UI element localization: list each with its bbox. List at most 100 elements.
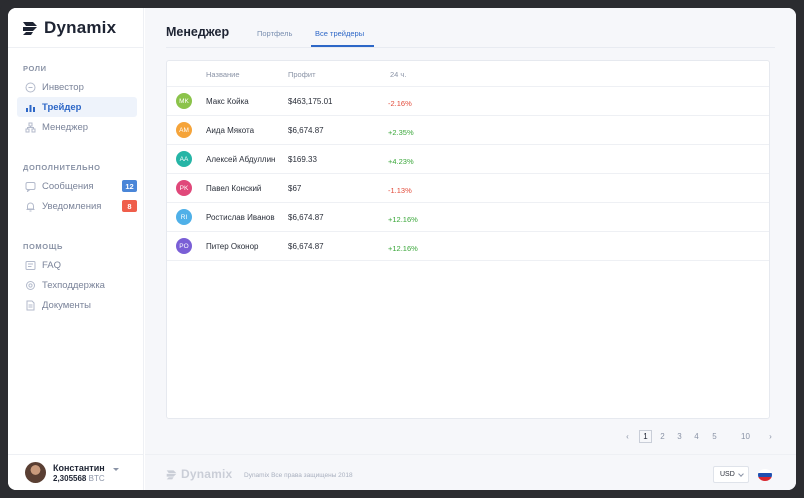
table-row[interactable]: PO Питер Оконор $6,674.87 +12.16% [167, 232, 769, 261]
app-window: Dynamix РОЛИ Инвестор Трейдер Менеджер Д… [8, 8, 796, 490]
column-header-name[interactable]: Название [206, 70, 240, 79]
table-row[interactable]: PK Павел Конский $67 -1.13% [167, 174, 769, 203]
pagination-page-2[interactable]: 2 [656, 430, 669, 443]
avatar: AA [176, 151, 192, 167]
chart-icon [25, 102, 36, 113]
currency-value: USD [720, 471, 735, 478]
investor-icon [25, 82, 36, 93]
footer-divider [145, 454, 796, 455]
device-frame: Dynamix РОЛИ Инвестор Трейдер Менеджер Д… [0, 0, 804, 498]
user-name: Константин [53, 462, 105, 473]
pagination-page-1[interactable]: 1 [639, 430, 652, 443]
sidebar-item-label: Уведомления [42, 200, 102, 212]
page-title: Менеджер [166, 25, 230, 39]
support-icon [25, 280, 36, 291]
notifications-count-badge: 8 [122, 200, 137, 212]
trader-name: Ростислав Иванов [206, 213, 275, 222]
sidebar-item-manager[interactable]: Менеджер [17, 117, 137, 137]
trader-name: Питер Оконор [206, 242, 259, 251]
bell-icon [25, 201, 36, 212]
divider [8, 454, 144, 455]
trader-name: Алексей Абдуллин [206, 155, 276, 164]
sidebar-item-label: FAQ [42, 259, 62, 271]
brand-logo[interactable]: Dynamix [22, 17, 116, 39]
trader-name: Павел Конский [206, 184, 262, 193]
sidebar-item-documents[interactable]: Документы [17, 295, 137, 315]
trader-profit: $169.33 [288, 155, 317, 164]
chevron-down-icon [738, 471, 744, 477]
brand-name: Dynamix [44, 18, 117, 37]
dynamix-logo-icon [23, 22, 37, 35]
copyright-text: Dynamix Все права защищены 2018 [244, 472, 353, 479]
trader-profit: $6,674.87 [288, 242, 324, 251]
pagination-next[interactable]: › [764, 430, 777, 443]
trader-profit: $67 [288, 184, 302, 193]
message-icon [25, 181, 36, 192]
sidebar-item-label: Трейдер [42, 101, 82, 113]
avatar: MK [176, 93, 192, 109]
trader-change: +4.23% [388, 157, 414, 166]
sidebar-item-messages[interactable]: Сообщения 12 [17, 176, 137, 196]
chevron-down-icon [112, 468, 119, 471]
balance-value: 2,305568 [53, 473, 87, 483]
trader-change: +12.16% [388, 244, 418, 253]
messages-count-badge: 12 [122, 180, 137, 192]
org-icon [25, 122, 36, 133]
sidebar-item-investor[interactable]: Инвестор [17, 77, 137, 97]
table-row[interactable]: RI Ростислав Иванов $6,674.87 +12.16% [167, 203, 769, 232]
trader-change: +12.16% [388, 215, 418, 224]
traders-table: Название Профит 24 ч. MK Макс Койка $463… [166, 60, 770, 419]
section-title-roles: РОЛИ [23, 64, 47, 73]
sidebar-item-trader[interactable]: Трейдер [17, 97, 137, 117]
avatar: AM [176, 122, 192, 138]
tabs-divider [166, 47, 775, 48]
table-row[interactable]: AA Алексей Абдуллин $169.33 +4.23% [167, 145, 769, 174]
tab-all-traders[interactable]: Все трейдеры [315, 29, 364, 38]
table-header: Название Профит 24 ч. [167, 61, 769, 87]
pagination-page-last[interactable]: 10 [739, 430, 752, 443]
user-info: Константин 2,305568 BTC [53, 463, 105, 483]
pagination-page-5[interactable]: 5 [708, 430, 721, 443]
main-content: Менеджер Портфель Все трейдеры Название … [145, 8, 796, 490]
dynamix-logo-icon [166, 469, 177, 479]
user-balance: 2,305568 BTC [53, 474, 105, 483]
trader-profit: $6,674.87 [288, 126, 324, 135]
section-title-help: ПОМОЩЬ [23, 242, 63, 251]
pagination-page-3[interactable]: 3 [673, 430, 686, 443]
sidebar: Dynamix РОЛИ Инвестор Трейдер Менеджер Д… [8, 8, 144, 490]
trader-change: -2.16% [388, 99, 412, 108]
column-header-profit[interactable]: Профит [288, 70, 316, 79]
active-tab-indicator [311, 45, 374, 47]
trader-change: -1.13% [388, 186, 412, 195]
column-header-24h[interactable]: 24 ч. [390, 70, 406, 79]
footer-brand-name: Dynamix [181, 467, 233, 481]
avatar: RI [176, 209, 192, 225]
trader-profit: $463,175.01 [288, 97, 333, 106]
balance-currency: BTC [88, 473, 105, 483]
pagination-page-4[interactable]: 4 [690, 430, 703, 443]
russia-flag-icon[interactable] [758, 469, 772, 481]
sidebar-item-support[interactable]: Техподдержка [17, 275, 137, 295]
trader-name: Аида Мякота [206, 126, 255, 135]
avatar: PO [176, 238, 192, 254]
trader-profit: $6,674.87 [288, 213, 324, 222]
trader-change: +2.35% [388, 128, 414, 137]
avatar [25, 462, 46, 483]
tab-portfolio[interactable]: Портфель [257, 29, 292, 38]
table-row[interactable]: MK Макс Койка $463,175.01 -2.16% [167, 87, 769, 116]
trader-name: Макс Койка [206, 97, 249, 106]
sidebar-item-label: Менеджер [42, 121, 89, 133]
sidebar-item-label: Документы [42, 299, 91, 311]
table-row[interactable]: AM Аида Мякота $6,674.87 +2.35% [167, 116, 769, 145]
section-title-additional: ДОПОЛНИТЕЛЬНО [23, 163, 101, 172]
sidebar-item-faq[interactable]: FAQ [17, 255, 137, 275]
sidebar-item-label: Техподдержка [42, 279, 105, 291]
sidebar-item-notifications[interactable]: Уведомления 8 [17, 196, 137, 216]
pagination-prev[interactable]: ‹ [621, 430, 634, 443]
user-menu[interactable]: Константин 2,305568 BTC [25, 462, 119, 483]
sidebar-item-label: Инвестор [42, 81, 84, 93]
divider [8, 47, 144, 48]
avatar: PK [176, 180, 192, 196]
footer-logo: Dynamix [166, 467, 232, 481]
currency-select[interactable]: USD [713, 466, 749, 483]
